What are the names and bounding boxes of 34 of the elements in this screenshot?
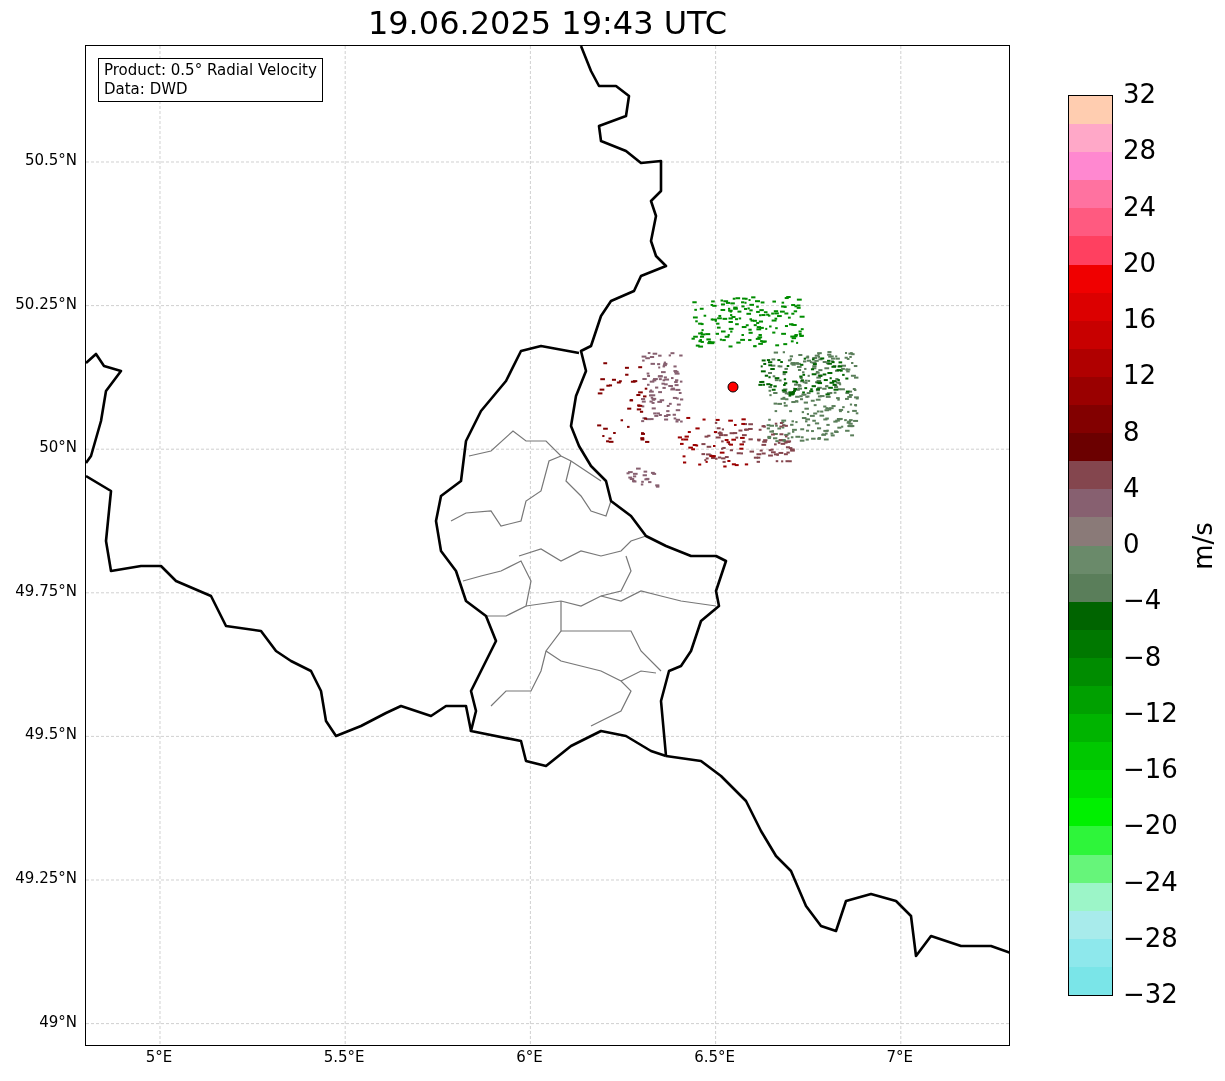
longitude-label: 6.5°E xyxy=(694,1050,735,1065)
colorbar-tick-label: −8 xyxy=(1123,643,1162,670)
colorbar-tick-label: 0 xyxy=(1123,531,1140,557)
longitude-label: 6°E xyxy=(516,1050,543,1065)
info-text: Data: DWD xyxy=(104,80,189,99)
latitude-label: 49.75°N xyxy=(15,583,77,599)
chart-title: 19.06.2025 19:43 UTC xyxy=(367,6,728,39)
info-text: Product: 0.5° Radial Velocity xyxy=(104,61,317,80)
latitude-label: 50°N xyxy=(39,440,77,456)
latitude-label: 49.25°N xyxy=(15,871,77,886)
longitude-label: 5.5°E xyxy=(323,1050,365,1065)
colorbar-tick-label: 16 xyxy=(1123,306,1157,332)
latitude-label: 50.5°N xyxy=(24,153,77,168)
colorbar-tick-label: −16 xyxy=(1123,756,1178,782)
colorbar-tick-label: 8 xyxy=(1123,418,1140,445)
radar-site-marker xyxy=(727,381,739,393)
latitude-label: 50.25°N xyxy=(15,296,77,312)
longitude-label: 5°E xyxy=(145,1050,173,1065)
colorbar-tick-label: 20 xyxy=(1123,249,1157,276)
colorbar-tick-label: −32 xyxy=(1123,981,1178,1007)
colorbar-label: m/s xyxy=(1190,521,1216,570)
colorbar-tick-label: 12 xyxy=(1123,362,1157,389)
colorbar-tick-label: −20 xyxy=(1123,812,1178,839)
colorbar-tick-label: 32 xyxy=(1123,81,1157,107)
colorbar-tick-label: 4 xyxy=(1123,474,1140,501)
colorbar-tick-label: 24 xyxy=(1123,193,1157,220)
longitude-label: 7°E xyxy=(886,1050,914,1065)
colorbar-tick-label: −28 xyxy=(1123,924,1178,951)
colorbar-tick-label: −24 xyxy=(1123,868,1178,895)
latitude-label: 49°N xyxy=(39,1014,77,1030)
latitude-label: 49.5°N xyxy=(24,727,77,743)
colorbar-tick-label: −4 xyxy=(1123,587,1162,614)
colorbar-tick-label: 28 xyxy=(1123,137,1157,164)
colorbar-tick-label: −12 xyxy=(1123,699,1178,726)
